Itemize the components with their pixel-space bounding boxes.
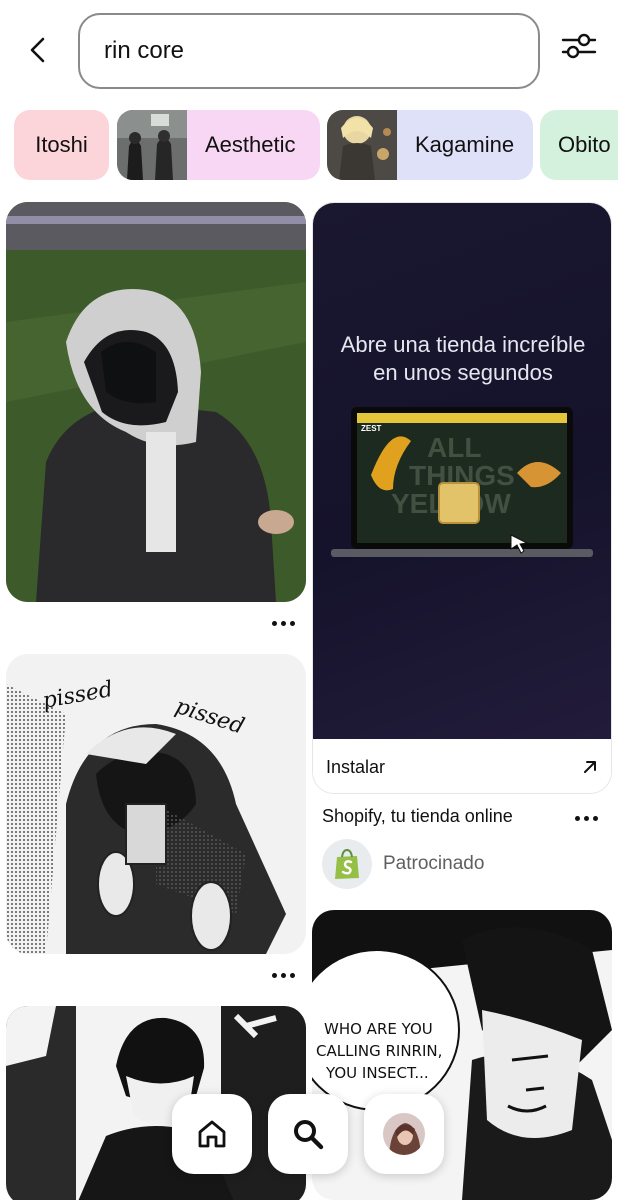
- chip-thumbnail: [327, 110, 397, 180]
- search-header: rin core: [0, 0, 618, 100]
- ellipsis-icon: [271, 620, 277, 626]
- ellipsis-icon: [271, 972, 277, 978]
- chip-label: Aesthetic: [205, 132, 296, 157]
- pin-more-button[interactable]: [263, 613, 303, 633]
- pin-hoodie-photo[interactable]: [6, 202, 306, 602]
- dot: [583, 815, 589, 821]
- ad-cta-label: Instalar: [326, 756, 386, 777]
- chip-thumbnail: [117, 110, 187, 180]
- chevron-left-icon: [30, 37, 45, 63]
- nav-profile-button[interactable]: [364, 1094, 444, 1174]
- chip-aesthetic[interactable]: Aesthetic: [117, 110, 320, 180]
- home-icon: [198, 1120, 226, 1148]
- back-button[interactable]: [22, 32, 54, 68]
- mockup-bg-text: ALL: [427, 432, 481, 463]
- dot: [289, 972, 295, 978]
- dot: [592, 815, 598, 821]
- shopify-bag-icon: [335, 848, 359, 879]
- sliders-icon: [561, 33, 597, 59]
- ad-title: Shopify, tu tienda online: [322, 806, 513, 826]
- search-input[interactable]: rin core: [78, 13, 540, 89]
- mockup-brand: ZEST: [361, 424, 382, 433]
- search-query: rin core: [104, 37, 185, 64]
- speech-bubble-text: WHO ARE YOU: [324, 1020, 433, 1038]
- sponsored-label: Patrocinado: [383, 853, 485, 874]
- ad-headline: Abre una tienda increíble en unos segund…: [313, 331, 611, 387]
- dot: [289, 620, 295, 626]
- chip-obito[interactable]: Obito: [540, 110, 618, 180]
- nav-search-button[interactable]: [268, 1094, 348, 1174]
- ad-headline-line: Abre una tienda increíble: [340, 332, 586, 357]
- pin-manga-pissed[interactable]: pissed pissed: [6, 654, 306, 954]
- chip-itoshi[interactable]: Itoshi: [14, 110, 109, 180]
- dot: [280, 620, 286, 626]
- shopify-logo[interactable]: [322, 839, 372, 889]
- laptop-mockup: ZEST ALL THINGS YELLOW: [331, 407, 593, 557]
- speech-bubble-text: YOU INSECT...: [325, 1064, 429, 1082]
- speech-bubble-text: CALLING RINRIN,: [316, 1042, 442, 1060]
- pin-image: pissed pissed: [6, 654, 306, 954]
- pin-image: [6, 202, 306, 602]
- ad-headline-line: en unos segundos: [373, 360, 553, 385]
- ad-install-button[interactable]: Instalar: [313, 739, 611, 793]
- suggestion-chips: Itoshi Aesthetic Kagamine Obito: [14, 110, 618, 180]
- filter-button[interactable]: [558, 26, 600, 66]
- avatar: [383, 1113, 425, 1155]
- ad-card-shopify[interactable]: Abre una tienda increíble en unos segund…: [312, 202, 612, 794]
- chip-label: Itoshi: [35, 132, 88, 157]
- ad-media: Abre una tienda increíble en unos segund…: [313, 203, 611, 739]
- ad-more-button[interactable]: [566, 808, 606, 828]
- bottom-navigation: [0, 1090, 618, 1180]
- chip-kagamine[interactable]: Kagamine: [327, 110, 533, 180]
- ellipsis-icon: [574, 815, 580, 821]
- chip-label: Obito: [558, 132, 611, 157]
- chip-label: Kagamine: [415, 132, 515, 157]
- arrow-up-right-icon: [584, 761, 596, 773]
- pin-more-button[interactable]: [263, 965, 303, 985]
- search-icon: [294, 1120, 324, 1150]
- dot: [280, 972, 286, 978]
- nav-home-button[interactable]: [172, 1094, 252, 1174]
